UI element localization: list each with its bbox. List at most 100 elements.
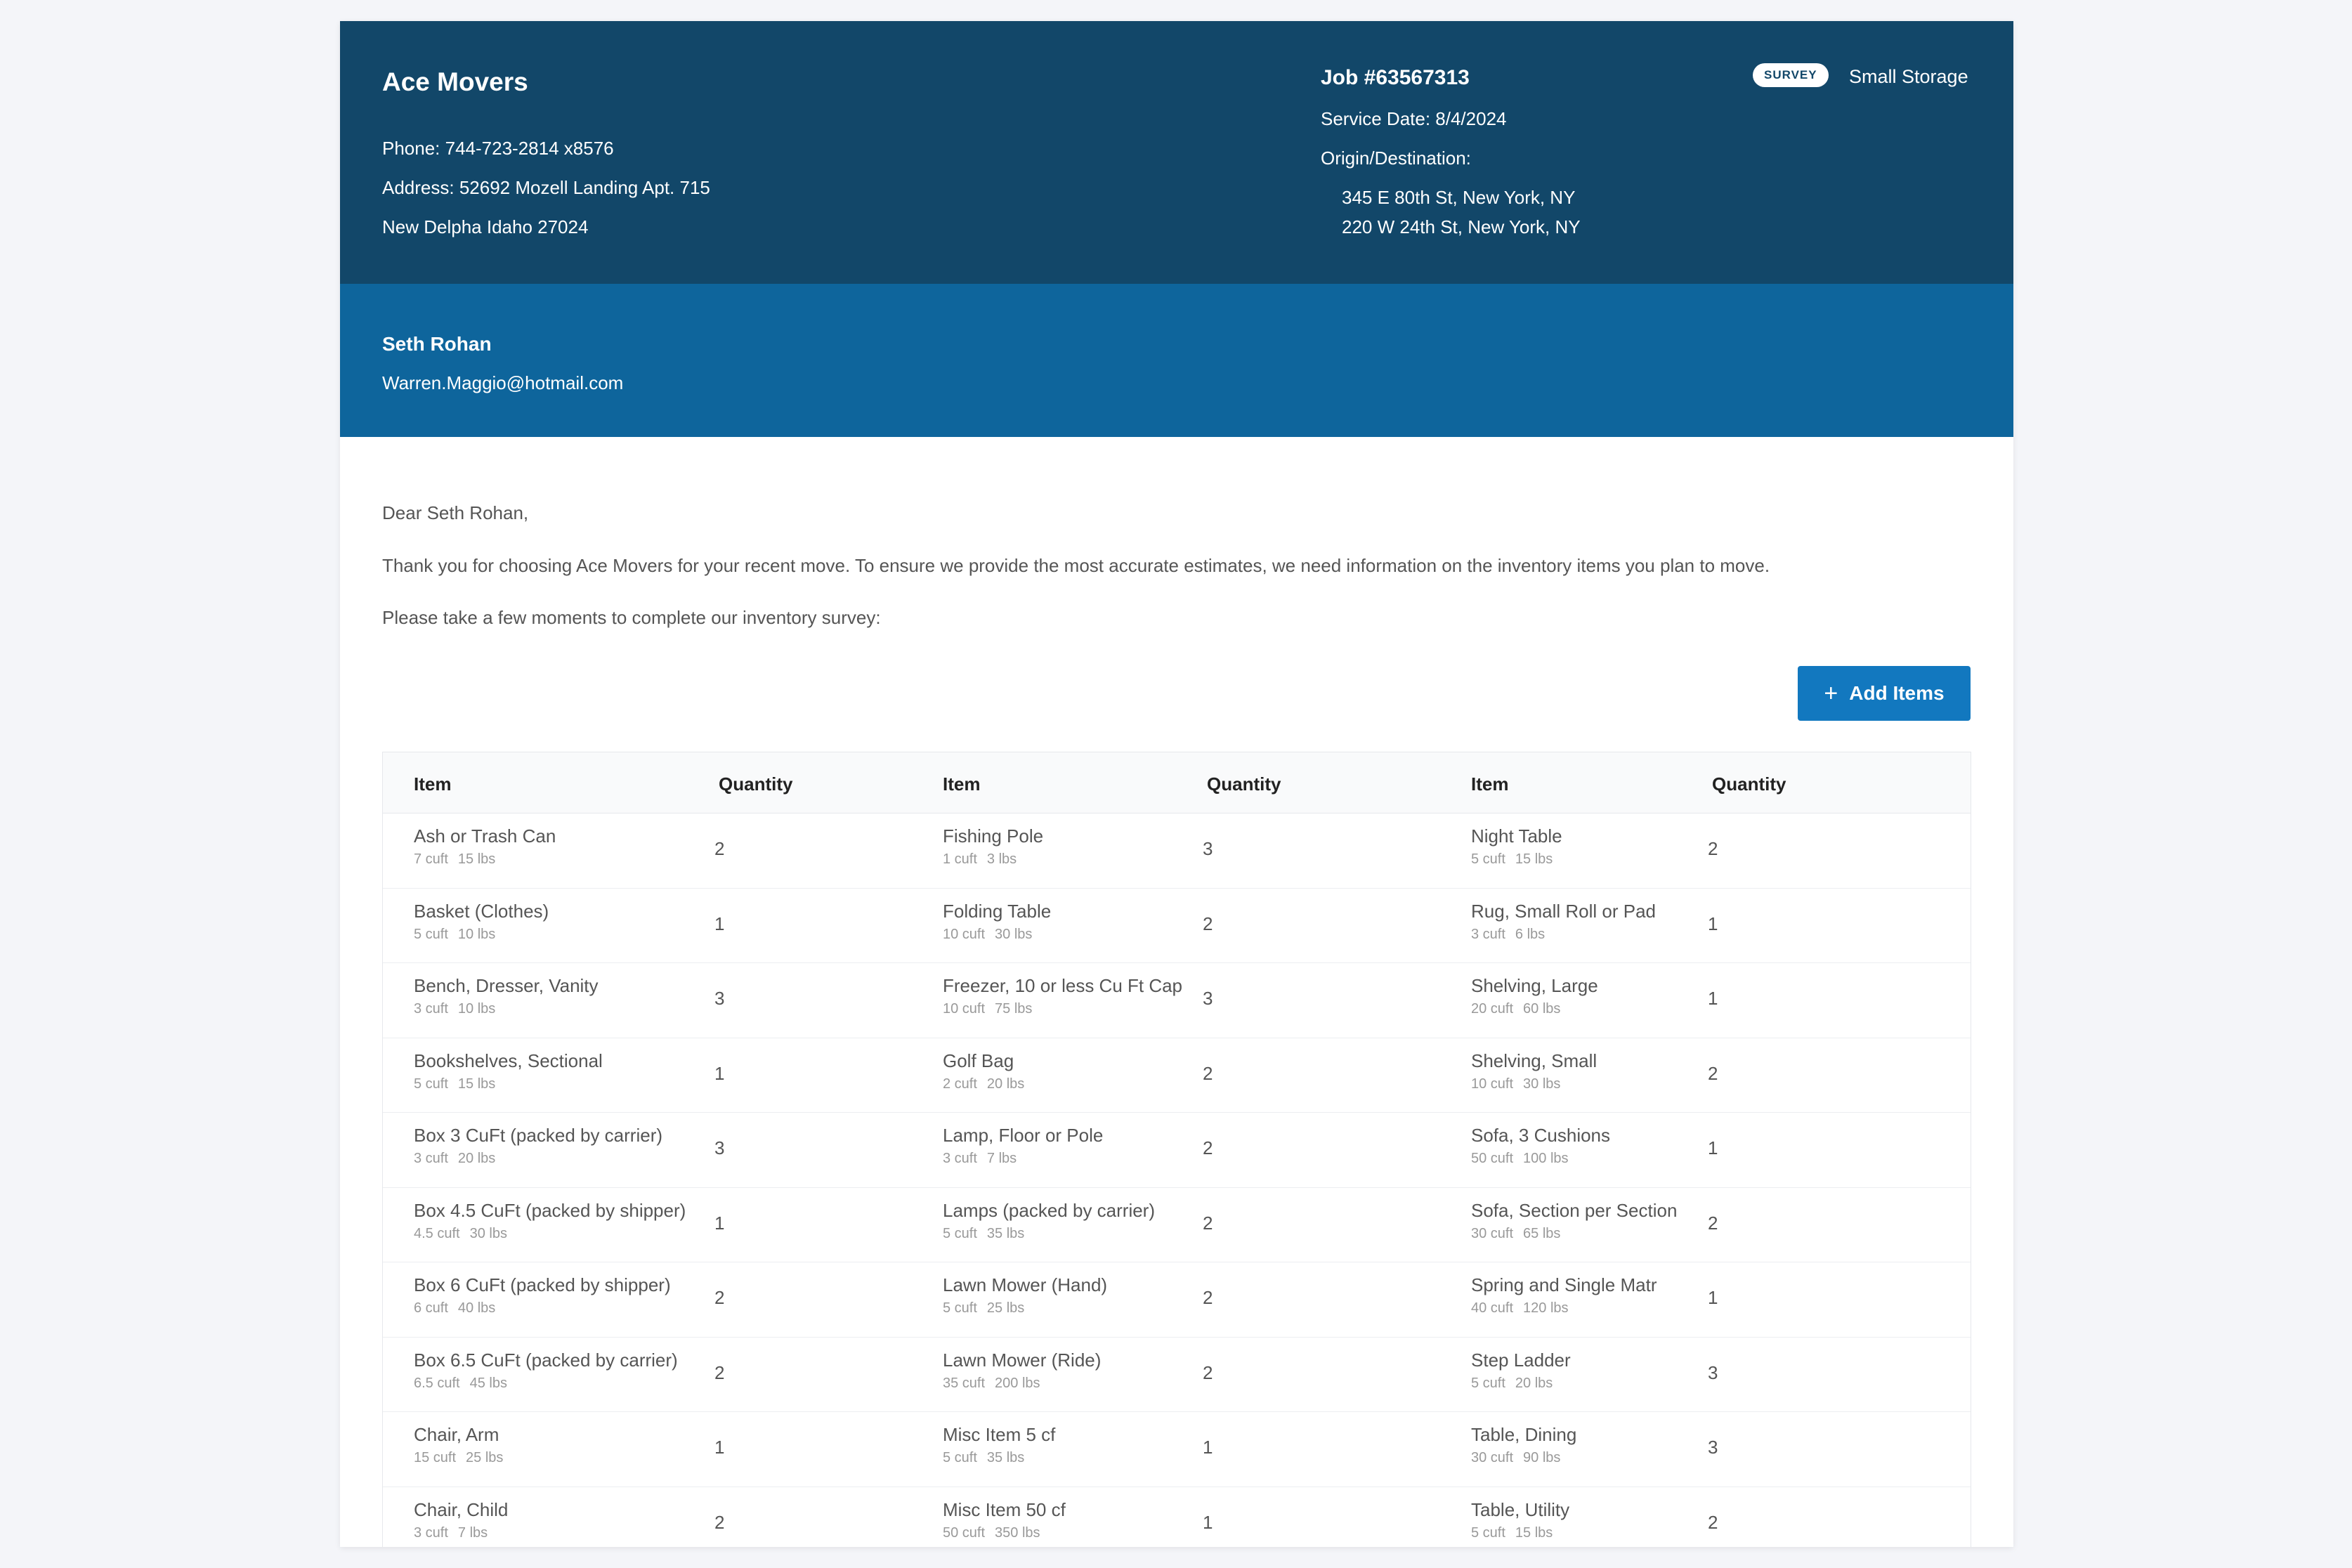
- item-weight: 120 lbs: [1523, 1300, 1569, 1316]
- item-name: Lamps (packed by carrier): [943, 1199, 1155, 1221]
- item-cell: Box 6 CuFt (packed by shipper) 6 cuft 40 l…: [414, 1274, 671, 1317]
- item-cell: Sofa, 3 Cushions 50 cuft 100 lbs: [1471, 1125, 1610, 1167]
- item-meta: 3 cuft 20 lbs: [414, 1151, 662, 1167]
- origin-address: 345 E 80th St, New York, NY: [1342, 187, 1576, 208]
- add-items-button[interactable]: + Add Items: [1798, 666, 1971, 721]
- item-quantity[interactable]: 3: [1708, 1437, 1718, 1458]
- item-quantity[interactable]: 1: [1708, 1287, 1718, 1309]
- item-name: Basket (Clothes): [414, 900, 549, 922]
- item-weight: 35 lbs: [986, 1225, 1025, 1241]
- item-quantity[interactable]: 1: [1708, 988, 1718, 1010]
- item-cuft: 5 cuft: [943, 1300, 977, 1316]
- item-weight: 20 lbs: [1515, 1375, 1553, 1391]
- item-quantity[interactable]: 2: [1203, 1213, 1213, 1234]
- item-cuft: 5 cuft: [414, 926, 448, 942]
- row-divider: [1439, 1112, 1971, 1113]
- item-weight: 45 lbs: [469, 1375, 507, 1391]
- item-quantity[interactable]: 3: [1203, 988, 1213, 1010]
- item-weight: 30 lbs: [995, 926, 1033, 942]
- item-cuft: 30 cuft: [1471, 1225, 1514, 1241]
- item-meta: 20 cuft 60 lbs: [1471, 1001, 1598, 1017]
- item-quantity[interactable]: 3: [714, 988, 724, 1010]
- item-quantity[interactable]: 3: [1708, 1362, 1718, 1384]
- item-cell: Sofa, Section per Section 30 cuft 65 lbs: [1471, 1200, 1677, 1242]
- item-meta: 50 cuft 350 lbs: [943, 1525, 1066, 1541]
- item-name: Night Table: [1471, 825, 1562, 847]
- destination-address: 220 W 24th St, New York, NY: [1342, 216, 1581, 237]
- quantity-column-header: Quantity: [1712, 773, 1786, 795]
- item-meta: 5 cuft 35 lbs: [943, 1226, 1155, 1242]
- item-quantity[interactable]: 2: [1203, 1063, 1213, 1085]
- item-name: Sofa, Section per Section: [1471, 1199, 1678, 1221]
- job-number: Job #63567313: [1321, 66, 1470, 89]
- item-cuft: 30 cuft: [1471, 1450, 1514, 1465]
- item-quantity[interactable]: 1: [1708, 913, 1718, 935]
- item-meta: 5 cuft 15 lbs: [1471, 851, 1562, 868]
- item-quantity[interactable]: 1: [714, 913, 724, 935]
- table-header: Item Quantity Item Quantity Item Quantit…: [383, 752, 1971, 814]
- origin-destination-label: Origin/Destination:: [1321, 148, 1471, 169]
- item-quantity[interactable]: 1: [714, 1213, 724, 1234]
- item-name: Misc Item 50 cf: [943, 1498, 1066, 1520]
- item-cuft: 5 cuft: [943, 1450, 977, 1465]
- item-cuft: 1 cuft: [943, 851, 977, 867]
- item-cell: Misc Item 50 cf 50 cuft 350 lbs: [943, 1499, 1066, 1541]
- item-cell: Step Ladder 5 cuft 20 lbs: [1471, 1350, 1571, 1392]
- item-name: Sofa, 3 Cushions: [1471, 1125, 1611, 1146]
- item-quantity[interactable]: 1: [1203, 1512, 1213, 1534]
- item-meta: 3 cuft 10 lbs: [414, 1001, 599, 1017]
- item-cuft: 10 cuft: [1471, 1076, 1514, 1092]
- item-name: Table, Utility: [1471, 1498, 1570, 1520]
- item-quantity[interactable]: 3: [714, 1137, 724, 1159]
- row-divider: [1439, 887, 1971, 889]
- item-quantity[interactable]: 2: [714, 1512, 724, 1534]
- item-cell: Shelving, Large 20 cuft 60 lbs: [1471, 975, 1598, 1017]
- row-divider: [911, 1112, 1439, 1113]
- item-quantity[interactable]: 1: [714, 1063, 724, 1085]
- item-weight: 65 lbs: [1523, 1225, 1561, 1241]
- item-column-header: Item: [1471, 773, 1509, 795]
- item-quantity[interactable]: 2: [1708, 1063, 1718, 1085]
- item-weight: 15 lbs: [457, 851, 496, 867]
- letter-prompt: Please take a few moments to complete ou…: [382, 607, 881, 628]
- item-name: Spring and Single Matr: [1471, 1274, 1657, 1295]
- item-name: Bench, Dresser, Vanity: [414, 975, 599, 996]
- row-divider: [1439, 962, 1971, 963]
- item-cell: Shelving, Small 10 cuft 30 lbs: [1471, 1050, 1597, 1092]
- item-quantity[interactable]: 2: [1203, 1287, 1213, 1309]
- row-divider: [911, 887, 1439, 889]
- item-cell: Box 3 CuFt (packed by carrier) 3 cuft 20 l…: [414, 1125, 662, 1167]
- item-quantity[interactable]: 1: [1203, 1437, 1213, 1458]
- item-quantity[interactable]: 2: [1708, 1213, 1718, 1234]
- item-weight: 3 lbs: [986, 851, 1017, 867]
- item-quantity[interactable]: 2: [1203, 913, 1213, 935]
- row-divider: [1439, 1187, 1971, 1188]
- item-meta: 30 cuft 90 lbs: [1471, 1450, 1576, 1466]
- item-quantity[interactable]: 1: [714, 1437, 724, 1458]
- item-cuft: 3 cuft: [414, 1524, 448, 1541]
- company-address-line1: Address: 52692 Mozell Landing Apt. 715: [382, 177, 710, 198]
- item-cuft: 50 cuft: [1471, 1151, 1514, 1166]
- item-quantity[interactable]: 2: [714, 1362, 724, 1384]
- item-quantity[interactable]: 3: [1203, 838, 1213, 860]
- item-meta: 5 cuft 25 lbs: [943, 1300, 1107, 1317]
- item-quantity[interactable]: 2: [1203, 1362, 1213, 1384]
- item-name: Chair, Arm: [414, 1424, 499, 1445]
- item-quantity[interactable]: 2: [714, 1287, 724, 1309]
- item-quantity[interactable]: 2: [1708, 1512, 1718, 1534]
- item-cell: Basket (Clothes) 5 cuft 10 lbs: [414, 901, 549, 943]
- quantity-column-header: Quantity: [1207, 773, 1281, 795]
- item-weight: 15 lbs: [457, 1076, 496, 1092]
- item-quantity[interactable]: 1: [1708, 1137, 1718, 1159]
- item-weight: 40 lbs: [457, 1300, 496, 1316]
- item-quantity[interactable]: 2: [1203, 1137, 1213, 1159]
- item-quantity[interactable]: 2: [1708, 838, 1718, 860]
- item-meta: 30 cuft 65 lbs: [1471, 1226, 1677, 1242]
- add-items-label: Add Items: [1849, 682, 1945, 704]
- item-weight: 20 lbs: [986, 1076, 1025, 1092]
- item-quantity[interactable]: 2: [714, 838, 724, 860]
- item-meta: 15 cuft 25 lbs: [414, 1450, 503, 1466]
- item-meta: 10 cuft 30 lbs: [943, 927, 1051, 943]
- item-meta: 6 cuft 40 lbs: [414, 1300, 671, 1317]
- item-meta: 10 cuft 75 lbs: [943, 1001, 1182, 1017]
